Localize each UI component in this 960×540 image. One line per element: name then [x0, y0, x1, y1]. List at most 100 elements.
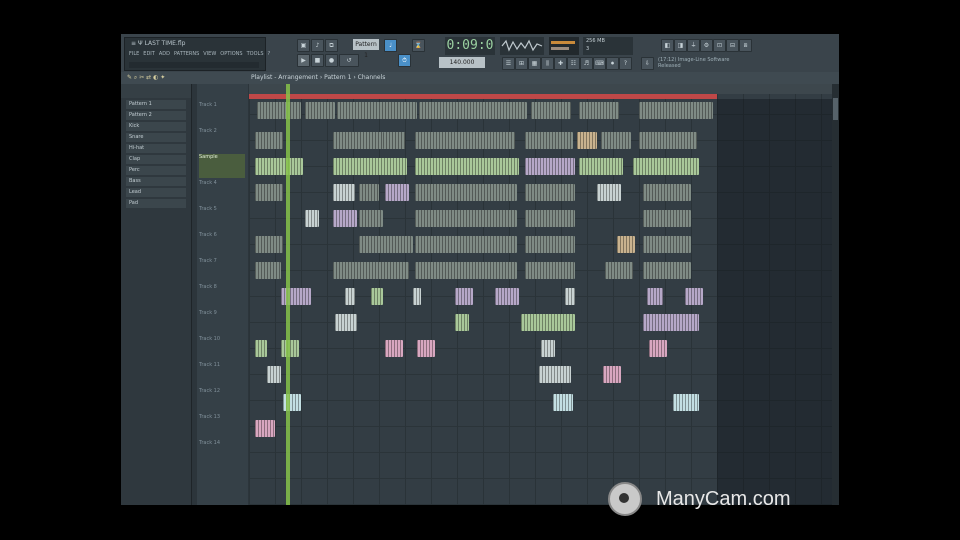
keyboard-icon[interactable]: ⌨: [593, 57, 606, 70]
track-header-selected[interactable]: Sample: [199, 154, 245, 178]
audio-clip[interactable]: [525, 262, 575, 279]
audio-clip[interactable]: [647, 288, 663, 305]
track-header[interactable]: Track 8: [199, 284, 245, 308]
browser-item[interactable]: Bass: [126, 177, 186, 186]
song-mode-icon[interactable]: ♪: [311, 39, 324, 52]
audio-clip[interactable]: [617, 236, 635, 253]
menu-help[interactable]: ?: [268, 51, 271, 57]
track-header[interactable]: Track 4: [199, 180, 245, 204]
pattern-clip[interactable]: [579, 102, 619, 119]
audio-clip[interactable]: [603, 366, 621, 383]
audio-clip[interactable]: [359, 210, 383, 227]
scrollbar-thumb[interactable]: [833, 98, 838, 120]
help-icon[interactable]: ?: [619, 57, 632, 70]
pattern-mode-icon[interactable]: ▣: [297, 39, 310, 52]
browser-item[interactable]: Pattern 1: [126, 100, 186, 109]
audio-clip[interactable]: [633, 158, 699, 175]
pattern-clip[interactable]: [305, 102, 335, 119]
audio-clip[interactable]: [601, 132, 631, 149]
audio-clip[interactable]: [525, 132, 573, 149]
audio-clip[interactable]: [415, 184, 517, 201]
track-header[interactable]: Track 7: [199, 258, 245, 282]
browser-item[interactable]: Kick: [126, 122, 186, 131]
audio-clip[interactable]: [643, 262, 691, 279]
tempo-tap-button[interactable]: ↺: [339, 54, 359, 67]
audio-clip[interactable]: [333, 184, 355, 201]
view-icon-2[interactable]: ◨: [674, 39, 687, 52]
menu-edit[interactable]: EDIT: [143, 51, 155, 57]
audio-clip[interactable]: [525, 158, 575, 175]
browser-item[interactable]: Perc: [126, 166, 186, 175]
countdown-icon[interactable]: ⌛: [412, 39, 425, 52]
menu-options[interactable]: OPTIONS: [220, 51, 242, 57]
audio-clip[interactable]: [255, 262, 281, 279]
audio-clip[interactable]: [383, 132, 405, 149]
track-header[interactable]: Track 6: [199, 232, 245, 256]
browser-item[interactable]: Pad: [126, 199, 186, 208]
audio-clip[interactable]: [413, 288, 421, 305]
play-button[interactable]: ▶: [297, 54, 310, 67]
audio-clip[interactable]: [417, 340, 435, 357]
audio-clip[interactable]: [643, 184, 691, 201]
loop-region[interactable]: [249, 94, 717, 99]
menu-patterns[interactable]: PATTERNS: [174, 51, 199, 57]
pattern-selector[interactable]: Pattern 1: [353, 39, 379, 59]
pattern-clip[interactable]: [257, 102, 301, 119]
track-header[interactable]: Track 13: [199, 414, 245, 438]
audio-clip[interactable]: [565, 288, 575, 305]
playlist-icon[interactable]: ☰: [502, 57, 515, 70]
download-icon[interactable]: ⇩: [641, 57, 654, 70]
audio-clip[interactable]: [539, 366, 571, 383]
browser-item[interactable]: Hi-hat: [126, 144, 186, 153]
audio-clip[interactable]: [415, 132, 515, 149]
track-header[interactable]: Track 10: [199, 336, 245, 360]
track-header[interactable]: Track 14: [199, 440, 245, 464]
menu-tools[interactable]: TOOLS: [247, 51, 264, 57]
audio-clip[interactable]: [345, 288, 355, 305]
mic-icon[interactable]: ⏺: [606, 57, 619, 70]
audio-clip[interactable]: [455, 288, 473, 305]
menu-add[interactable]: ADD: [159, 51, 170, 57]
pattern-clip[interactable]: [639, 102, 713, 119]
wait-input-icon[interactable]: ⏱: [398, 54, 411, 67]
audio-clip[interactable]: [415, 262, 517, 279]
audio-clip[interactable]: [385, 184, 409, 201]
audio-clip[interactable]: [305, 210, 319, 227]
playlist-tools[interactable]: ✎ ⌕ ✂ ⇄ ◐ ✦: [127, 72, 165, 84]
track-header[interactable]: Track 2: [199, 128, 245, 152]
view-icon-7[interactable]: ⧈: [739, 39, 752, 52]
audio-clip[interactable]: [685, 288, 703, 305]
audio-clip[interactable]: [255, 340, 267, 357]
audio-clip[interactable]: [359, 236, 413, 253]
metronome-icon[interactable]: ♩: [384, 39, 397, 52]
audio-clip[interactable]: [333, 210, 357, 227]
audio-clip[interactable]: [359, 184, 379, 201]
view-icon-1[interactable]: ◧: [661, 39, 674, 52]
audio-clip[interactable]: [605, 262, 633, 279]
channel-rack-icon[interactable]: ▦: [528, 57, 541, 70]
audio-clip[interactable]: [525, 184, 575, 201]
menu-view[interactable]: VIEW: [203, 51, 216, 57]
audio-clip[interactable]: [385, 340, 403, 357]
track-header[interactable]: Track 11: [199, 362, 245, 386]
audio-clip[interactable]: [577, 132, 597, 149]
audio-clip[interactable]: [597, 184, 621, 201]
browser-item[interactable]: Pattern 2: [126, 111, 186, 120]
audio-clip[interactable]: [415, 158, 519, 175]
audio-clip[interactable]: [643, 210, 691, 227]
audio-clip[interactable]: [553, 394, 573, 411]
audio-clip[interactable]: [255, 184, 283, 201]
audio-clip[interactable]: [639, 132, 697, 149]
audio-clip[interactable]: [521, 314, 575, 331]
view-icon-4[interactable]: ⚙: [700, 39, 713, 52]
audio-clip[interactable]: [673, 394, 699, 411]
plugin-picker-icon[interactable]: ✚: [554, 57, 567, 70]
audio-clip[interactable]: [541, 340, 555, 357]
snap-icon[interactable]: ⧉: [325, 39, 338, 52]
track-header[interactable]: Track 12: [199, 388, 245, 412]
audio-clip[interactable]: [643, 236, 691, 253]
stop-button[interactable]: ■: [311, 54, 324, 67]
audio-clip[interactable]: [579, 158, 623, 175]
audio-clip[interactable]: [255, 132, 283, 149]
audio-clip[interactable]: [495, 288, 519, 305]
